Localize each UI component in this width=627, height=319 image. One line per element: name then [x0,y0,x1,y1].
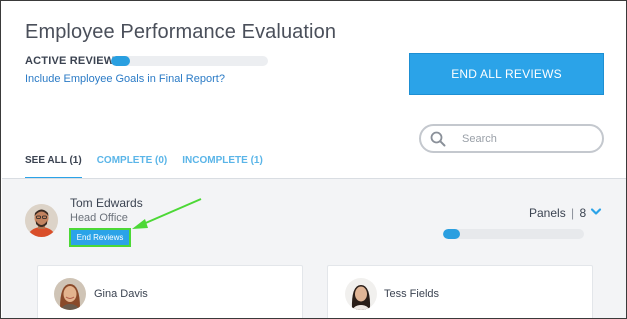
reviewer-name: Tess Fields [384,288,440,300]
reviewer-avatar [54,278,86,310]
active-review-progress-bar [111,56,268,66]
search-input[interactable] [462,132,572,145]
panels-progress-bar [443,229,584,239]
panels-count-label: Panels | 8 [529,206,587,220]
reviewer-name: Gina Davis [94,288,148,300]
app-window: Employee Performance Evaluation ACTIVE R… [0,0,627,319]
active-review-progress-fill [111,56,130,66]
search-box[interactable] [419,124,604,153]
panels-count: 8 [579,206,587,220]
search-icon [430,131,446,146]
chevron-down-icon[interactable] [590,207,602,217]
tab-see-all[interactable]: SEE ALL (1) [25,155,82,179]
tab-complete[interactable]: COMPLETE (0) [97,155,168,179]
filter-tabs: SEE ALL (1) COMPLETE (0) INCOMPLETE (1) [25,155,278,179]
panels-progress-fill [443,229,460,239]
reviewer-card[interactable]: Gina Davis [37,265,303,318]
reviewer-avatar [345,278,377,310]
end-reviews-button[interactable]: End Reviews [69,228,131,247]
tab-incomplete[interactable]: INCOMPLETE (1) [182,155,263,179]
active-review-label: ACTIVE REVIEW [25,55,115,67]
employee-location: Head Office [70,212,128,224]
page-title: Employee Performance Evaluation [25,21,337,43]
end-all-reviews-button[interactable]: END ALL REVIEWS [409,53,604,95]
employee-name[interactable]: Tom Edwards [70,196,143,210]
include-goals-link[interactable]: Include Employee Goals in Final Report? [25,73,225,85]
employee-avatar [25,204,58,237]
panels-label: Panels [529,206,566,220]
reviewer-card[interactable]: Tess Fields [327,265,593,318]
